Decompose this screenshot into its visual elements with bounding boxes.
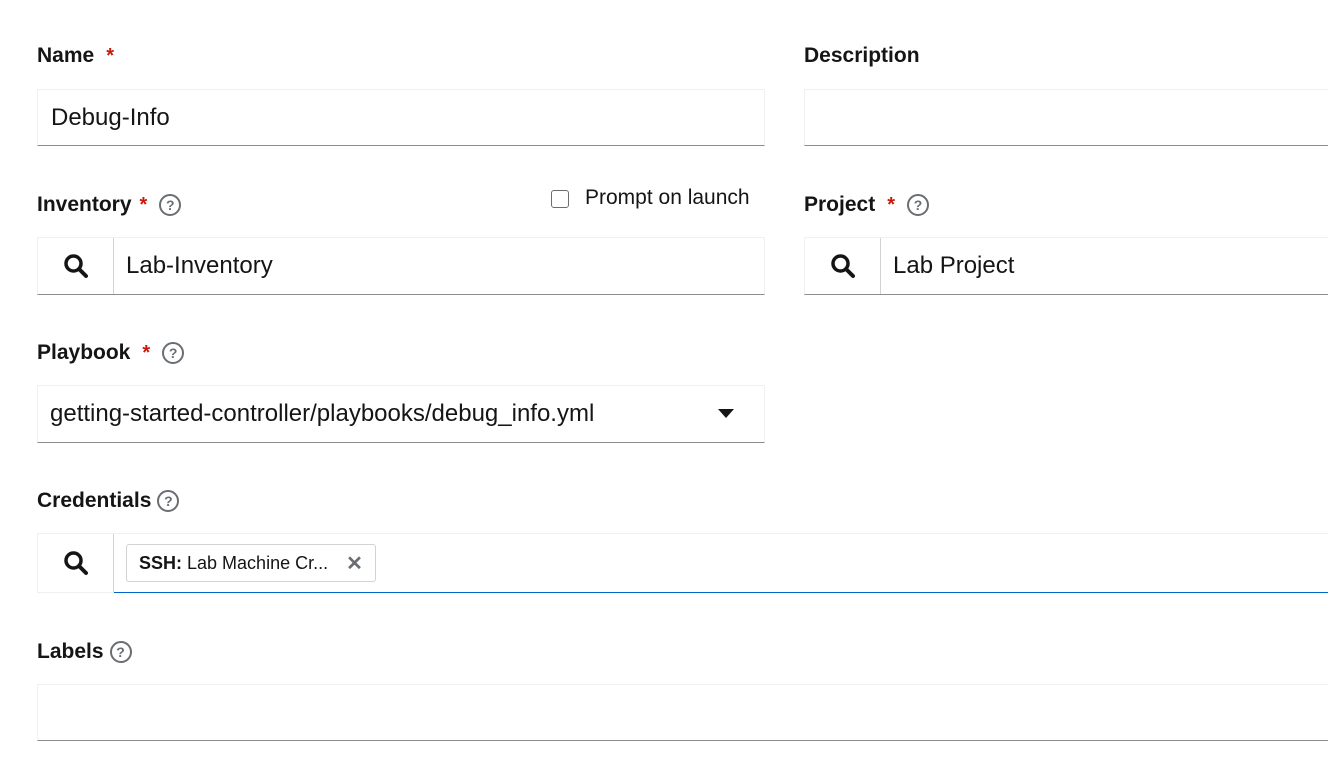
playbook-required-marker: * <box>142 341 151 364</box>
credential-chip-name: Lab Machine Cr... <box>187 552 329 573</box>
search-icon <box>830 254 855 278</box>
project-label-group: Project * ? <box>804 193 929 217</box>
project-required-marker: * <box>887 193 895 216</box>
credentials-focus-underline <box>114 592 1328 593</box>
credentials-help-icon[interactable]: ? <box>157 490 180 512</box>
credential-chip-type: SSH: <box>139 552 183 573</box>
inventory-search-button[interactable] <box>38 238 114 294</box>
credentials-label: Credentials <box>37 489 152 512</box>
credentials-lookup[interactable]: SSH: Lab Machine Cr... ✕ <box>37 533 1328 593</box>
credentials-search-button[interactable] <box>38 534 114 592</box>
search-icon <box>63 254 88 278</box>
project-lookup[interactable]: Lab Project <box>804 237 1328 295</box>
inventory-lookup[interactable]: Lab-Inventory <box>37 237 765 295</box>
project-value: Lab Project <box>893 252 1015 279</box>
playbook-label: Playbook <box>37 341 131 364</box>
labels-label-group: Labels ? <box>37 640 132 664</box>
inventory-value: Lab-Inventory <box>126 252 273 279</box>
prompt-on-launch-checkbox[interactable] <box>551 190 569 208</box>
search-icon <box>63 551 88 575</box>
description-input[interactable] <box>804 89 1328 146</box>
prompt-on-launch-label: Prompt on launch <box>585 186 750 209</box>
inventory-label: Inventory <box>37 193 132 216</box>
project-search-button[interactable] <box>805 238 881 294</box>
credential-chip: SSH: Lab Machine Cr... ✕ <box>126 544 376 582</box>
playbook-select[interactable]: getting-started-controller/playbooks/deb… <box>37 385 765 443</box>
description-label: Description <box>804 44 920 67</box>
labels-label: Labels <box>37 640 104 663</box>
inventory-required-marker: * <box>139 193 148 216</box>
labels-help-icon[interactable]: ? <box>109 641 132 663</box>
inventory-help-icon[interactable]: ? <box>159 194 182 216</box>
project-label: Project <box>804 193 876 216</box>
close-icon[interactable]: ✕ <box>346 551 363 576</box>
playbook-label-group: Playbook * ? <box>37 341 185 365</box>
name-label: Name <box>37 44 95 67</box>
inventory-label-group: Inventory * ? <box>37 193 182 217</box>
name-required-marker: * <box>106 44 114 67</box>
labels-input[interactable] <box>37 684 1328 741</box>
caret-down-icon <box>718 409 734 418</box>
credentials-label-group: Credentials ? <box>37 489 180 513</box>
description-label-group: Description <box>804 44 920 68</box>
name-input-value: Debug-Info <box>51 103 170 131</box>
playbook-value: getting-started-controller/playbooks/deb… <box>50 400 595 427</box>
playbook-help-icon[interactable]: ? <box>162 342 185 364</box>
name-label-group: Name * <box>37 44 114 68</box>
project-help-icon[interactable]: ? <box>907 194 929 216</box>
name-input[interactable]: Debug-Info <box>37 89 765 146</box>
